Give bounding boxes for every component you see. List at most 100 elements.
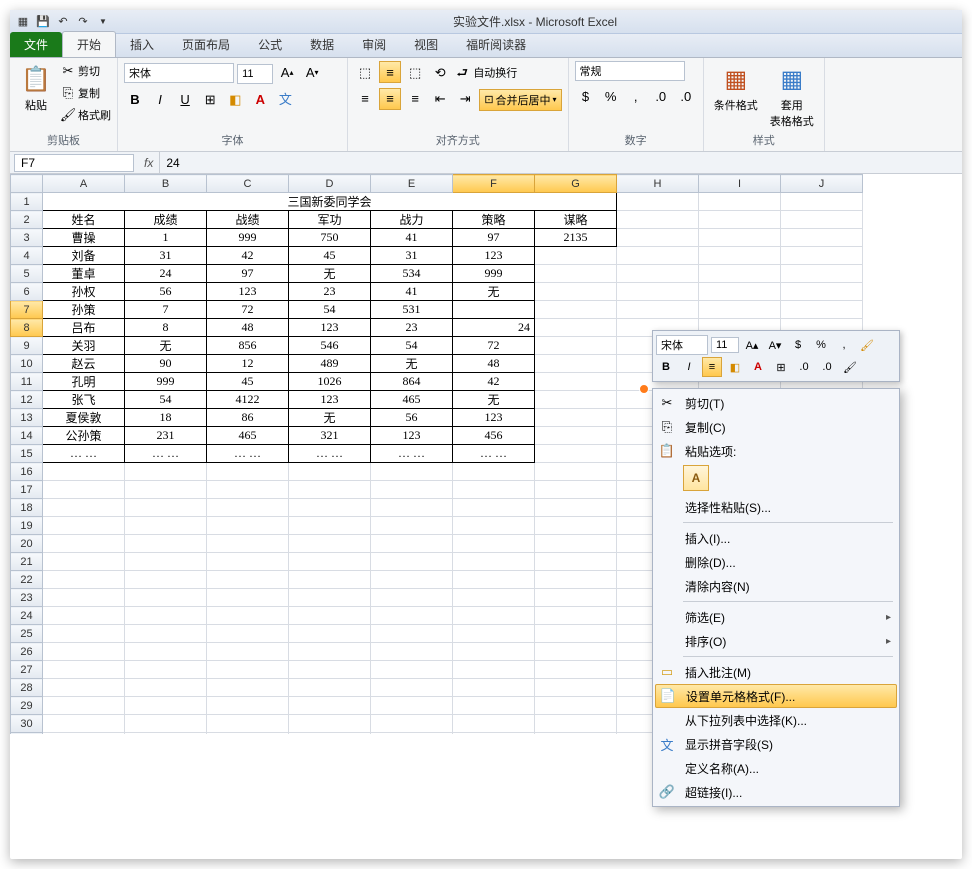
cell-C5[interactable]: 97 [207, 265, 289, 283]
cell-F3[interactable]: 97 [453, 229, 535, 247]
cell-E6[interactable]: 41 [371, 283, 453, 301]
cell-G8[interactable] [535, 319, 617, 337]
row-header-19[interactable]: 19 [11, 517, 43, 535]
cell-C31[interactable] [207, 733, 289, 735]
cell-F23[interactable] [453, 589, 535, 607]
cell-D19[interactable] [289, 517, 371, 535]
cell-A19[interactable] [43, 517, 125, 535]
cell-C12[interactable]: 4122 [207, 391, 289, 409]
mini-fill-color[interactable]: ◧ [725, 357, 745, 377]
cell-J6[interactable] [781, 283, 863, 301]
row-header-21[interactable]: 21 [11, 553, 43, 571]
cell-A4[interactable]: 刘备 [43, 247, 125, 265]
col-header-H[interactable]: H [617, 175, 699, 193]
cell-A9[interactable]: 关羽 [43, 337, 125, 355]
cell-D5[interactable]: 无 [289, 265, 371, 283]
cell-B16[interactable] [125, 463, 207, 481]
cell-D15[interactable]: … … [289, 445, 371, 463]
cell-F14[interactable]: 456 [453, 427, 535, 445]
cell-G6[interactable] [535, 283, 617, 301]
cell-J2[interactable] [781, 211, 863, 229]
cell-E23[interactable] [371, 589, 453, 607]
mini-format-painter[interactable]: 🖌 [840, 357, 860, 377]
shrink-font-button[interactable]: A▾ [301, 61, 323, 83]
cell-D9[interactable]: 546 [289, 337, 371, 355]
cell-E22[interactable] [371, 571, 453, 589]
select-all-corner[interactable] [11, 175, 43, 193]
tab-formulas[interactable]: 公式 [244, 32, 296, 57]
cell-D6[interactable]: 23 [289, 283, 371, 301]
cell-G18[interactable] [535, 499, 617, 517]
row-header-7[interactable]: 7 [11, 301, 43, 319]
cell-E29[interactable] [371, 697, 453, 715]
mini-inc-dec[interactable]: .0 [794, 357, 814, 377]
cell-D21[interactable] [289, 553, 371, 571]
phonetic-button[interactable]: 文 [274, 88, 296, 110]
cell-I2[interactable] [699, 211, 781, 229]
cell-C21[interactable] [207, 553, 289, 571]
cell-C19[interactable] [207, 517, 289, 535]
cell-G25[interactable] [535, 625, 617, 643]
cell-D2[interactable]: 军功 [289, 211, 371, 229]
cell-F4[interactable]: 123 [453, 247, 535, 265]
cell-D14[interactable]: 321 [289, 427, 371, 445]
cell-D24[interactable] [289, 607, 371, 625]
comma-button[interactable]: , [625, 85, 647, 107]
mini-dec-dec[interactable]: .0 [817, 357, 837, 377]
ctx-filter[interactable]: 筛选(E)▸ [655, 605, 897, 629]
cell-E24[interactable] [371, 607, 453, 625]
mini-italic[interactable]: I [679, 357, 699, 377]
cell-D4[interactable]: 45 [289, 247, 371, 265]
cell-B17[interactable] [125, 481, 207, 499]
mini-shrink-font[interactable]: A▾ [765, 335, 785, 355]
row-header-10[interactable]: 10 [11, 355, 43, 373]
cell-H6[interactable] [617, 283, 699, 301]
cell-G22[interactable] [535, 571, 617, 589]
cell-H3[interactable] [617, 229, 699, 247]
cell-E19[interactable] [371, 517, 453, 535]
number-format-combo[interactable]: 常规 [575, 61, 685, 81]
cell-E5[interactable]: 534 [371, 265, 453, 283]
cell-C2[interactable]: 战绩 [207, 211, 289, 229]
cell-F19[interactable] [453, 517, 535, 535]
row-header-6[interactable]: 6 [11, 283, 43, 301]
cell-G31[interactable] [535, 733, 617, 735]
cell-D27[interactable] [289, 661, 371, 679]
bold-button[interactable]: B [124, 89, 146, 111]
tab-view[interactable]: 视图 [400, 32, 452, 57]
cell-C26[interactable] [207, 643, 289, 661]
cell-I7[interactable] [699, 301, 781, 319]
row-header-31[interactable]: 31 [11, 733, 43, 735]
cell-G12[interactable] [535, 391, 617, 409]
cell-F18[interactable] [453, 499, 535, 517]
fx-icon[interactable]: fx [138, 156, 159, 170]
cell-J7[interactable] [781, 301, 863, 319]
cell-G5[interactable] [535, 265, 617, 283]
cell-B20[interactable] [125, 535, 207, 553]
cell-F21[interactable] [453, 553, 535, 571]
row-header-9[interactable]: 9 [11, 337, 43, 355]
qat-dropdown-icon[interactable]: ▼ [94, 17, 112, 26]
cell-A5[interactable]: 董卓 [43, 265, 125, 283]
cell-B12[interactable]: 54 [125, 391, 207, 409]
cell-G21[interactable] [535, 553, 617, 571]
cell-A16[interactable] [43, 463, 125, 481]
cell-H7[interactable] [617, 301, 699, 319]
cell-D11[interactable]: 1026 [289, 373, 371, 391]
cell-C25[interactable] [207, 625, 289, 643]
cell-E18[interactable] [371, 499, 453, 517]
col-header-E[interactable]: E [371, 175, 453, 193]
cell-G15[interactable] [535, 445, 617, 463]
cell-A6[interactable]: 孙权 [43, 283, 125, 301]
cell-H2[interactable] [617, 211, 699, 229]
cell-A23[interactable] [43, 589, 125, 607]
formula-input[interactable]: 24 [159, 152, 962, 173]
tab-layout[interactable]: 页面布局 [168, 32, 244, 57]
cell-B3[interactable]: 1 [125, 229, 207, 247]
col-header-I[interactable]: I [699, 175, 781, 193]
cell-G19[interactable] [535, 517, 617, 535]
name-box[interactable]: F7 [14, 154, 134, 172]
row-header-8[interactable]: 8 [11, 319, 43, 337]
increase-decimal-button[interactable]: .0 [650, 85, 672, 107]
cell-C24[interactable] [207, 607, 289, 625]
